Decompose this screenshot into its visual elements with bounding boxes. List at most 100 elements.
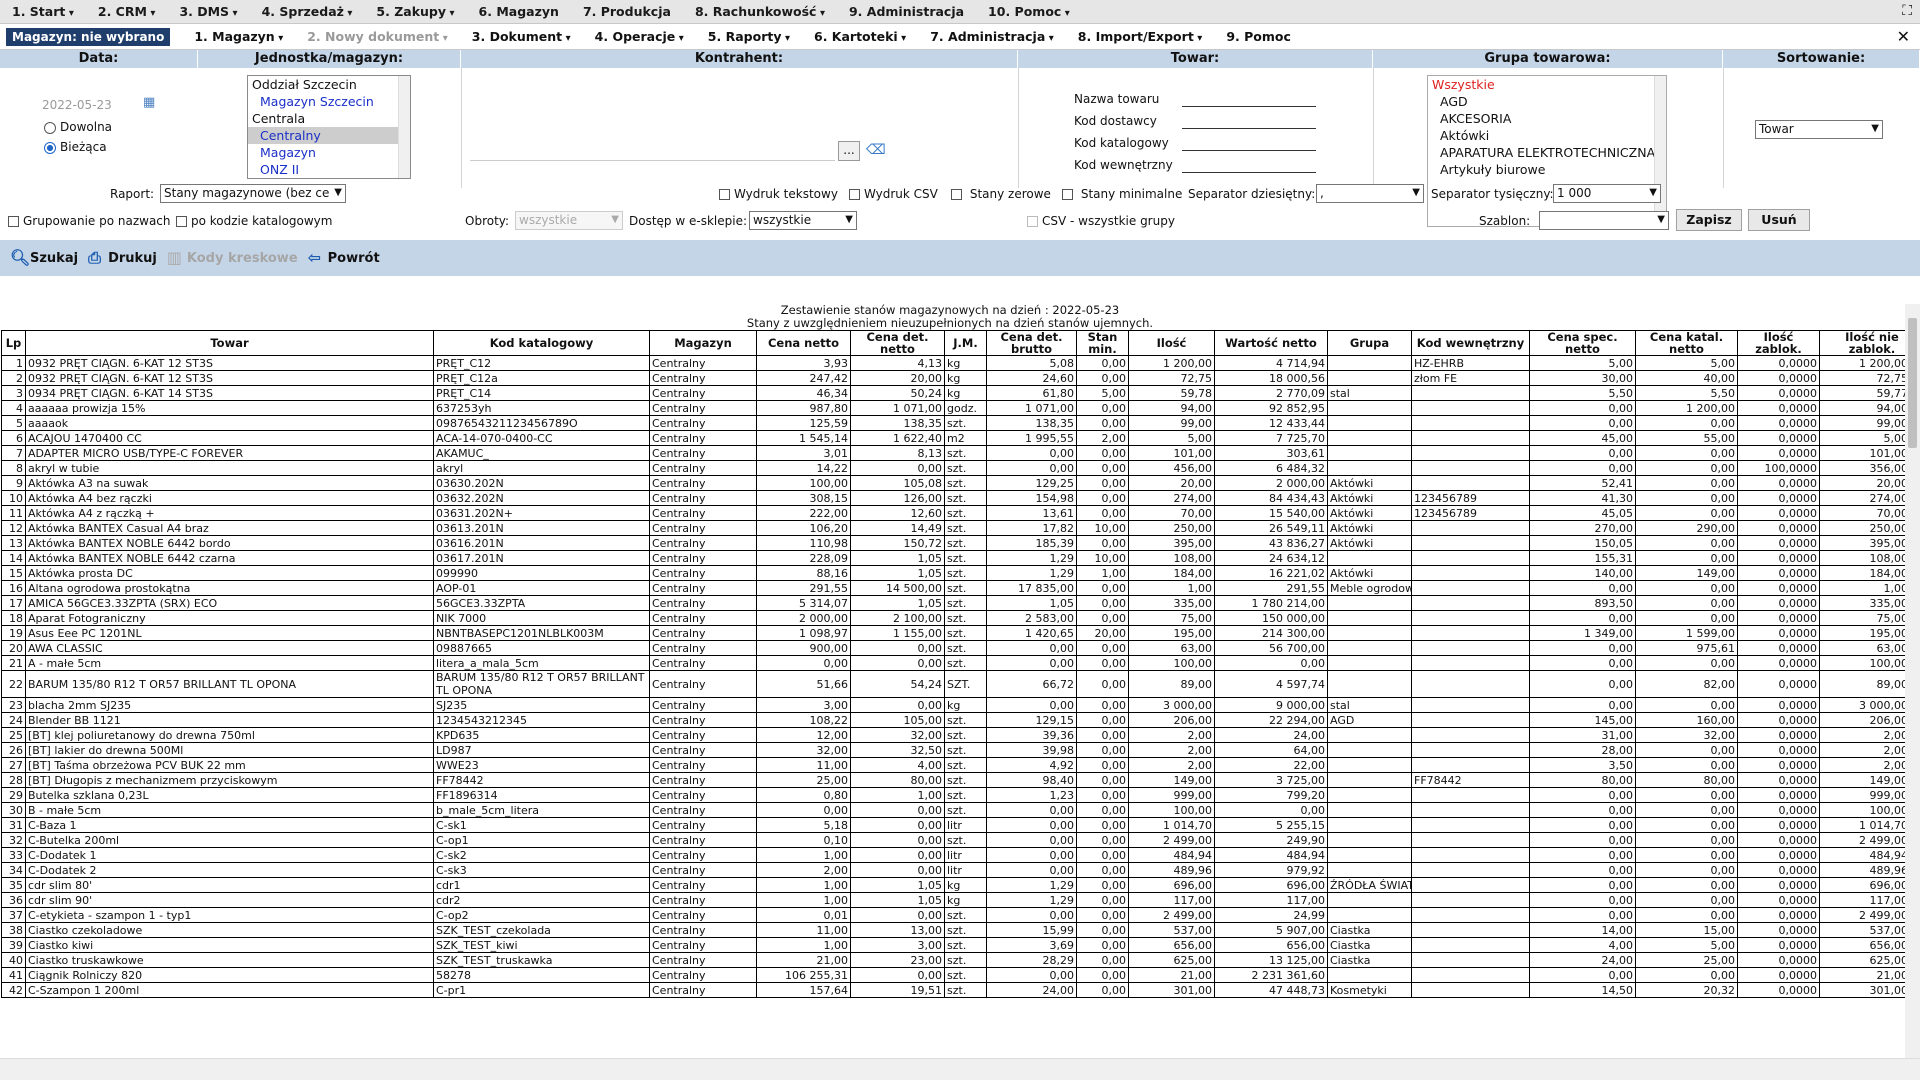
table-cell: 1 155,00 — [850, 625, 945, 641]
cb-minimalne[interactable]: Stany minimalne — [1062, 187, 1182, 201]
save-button[interactable]: Zapisz — [1676, 209, 1742, 231]
cb-grupowanie-box[interactable] — [8, 216, 19, 227]
group-option[interactable]: APARATURA ELEKTROTECHNICZNA — [1428, 144, 1666, 161]
menu-item[interactable]: 8. Rachunkowość ▾ — [683, 4, 837, 19]
horizontal-scrollbar[interactable] — [0, 1058, 1920, 1080]
dostep-select[interactable]: wszystkie ▼ — [749, 211, 857, 230]
cb-kod-box[interactable] — [176, 216, 187, 227]
table-cell: 14 500,00 — [850, 580, 945, 596]
unit-listbox-scrollbar[interactable] — [398, 76, 410, 178]
group-option[interactable]: Artykuły biurowe — [1428, 161, 1666, 178]
submenu-item[interactable]: 9. Pomoc — [1214, 29, 1303, 44]
fullscreen-icon[interactable]: ⛶ — [1902, 3, 1912, 19]
vertical-scrollbar[interactable] — [1905, 304, 1920, 1058]
group-listbox[interactable]: Wszystkie AGD AKCESORIA Aktówki APARATURA EL… — [1427, 75, 1667, 227]
unit-option[interactable]: Magazyn — [248, 144, 410, 161]
table-cell: 0,00 — [1635, 415, 1738, 431]
table-cell: 40 — [1, 952, 26, 968]
product-field-input[interactable] — [1182, 106, 1316, 107]
unit-option[interactable]: Oddział Szczecin — [248, 76, 410, 93]
submenu-item[interactable]: 4. Operacje ▾ — [583, 29, 696, 44]
submenu-item[interactable]: 2. Nowy dokument ▾ — [295, 29, 460, 44]
cb-zerowe[interactable]: Stany zerowe — [951, 187, 1051, 201]
table-row: 41 Ciągnik Rolniczy 820 58278 Centralny 106 … — [1, 967, 1920, 983]
warehouse-badge[interactable]: Magazyn: nie wybrano — [6, 27, 171, 46]
contractor-browse-button[interactable]: ... — [838, 141, 860, 161]
table-cell: 335,00 — [1128, 595, 1215, 611]
menu-item[interactable]: 4. Sprzedaż ▾ — [250, 4, 365, 19]
cb-minimalne-box[interactable] — [1062, 189, 1073, 200]
table-row: 7 ADAPTER MICRO USB/TYPE-C FOREVER AKAMUC_… — [1, 445, 1920, 461]
radio-biezaca[interactable]: Bieżąca — [44, 140, 107, 154]
submenu-item[interactable]: 5. Raporty ▾ — [696, 29, 802, 44]
table-cell: 2,00 — [1128, 757, 1215, 773]
menu-item[interactable]: 2. CRM ▾ — [86, 4, 168, 19]
cb-csv[interactable]: Wydruk CSV — [849, 187, 938, 201]
szablon-select[interactable]: ▼ — [1539, 211, 1669, 230]
unit-option[interactable]: Centrala — [248, 110, 410, 127]
menu-item[interactable]: 5. Zakupy ▾ — [364, 4, 466, 19]
submenu-item[interactable]: 6. Kartoteki ▾ — [802, 29, 918, 44]
table-cell: 0,00 — [1076, 817, 1129, 833]
cb-csv-all[interactable]: CSV - wszystkie grupy — [1027, 214, 1175, 228]
cb-csv-all-box[interactable] — [1027, 216, 1038, 227]
submenu-item[interactable]: 7. Administracja ▾ — [918, 29, 1066, 44]
cb-tekstowy-box[interactable] — [719, 189, 730, 200]
group-option[interactable]: Aktówki — [1428, 127, 1666, 144]
table-cell: 100,00 — [756, 475, 851, 491]
submenu-item[interactable]: 8. Import/Export ▾ — [1066, 29, 1215, 44]
submenu-item[interactable]: 3. Dokument ▾ — [460, 29, 583, 44]
obroty-select[interactable]: wszystkie ▼ — [515, 211, 623, 230]
scrollbar-thumb[interactable] — [1908, 318, 1917, 448]
menu-item[interactable]: 9. Administracja — [837, 4, 976, 19]
print-button[interactable]: ⎙ Drukuj — [88, 249, 157, 267]
table-cell: 0,00 — [1529, 787, 1636, 803]
radio-biezaca-circle[interactable] — [44, 141, 56, 154]
barcodes-button[interactable]: ▥ Kody kreskowe — [167, 249, 298, 267]
table-cell: 20,00 — [1128, 475, 1215, 491]
table-cell: Blender BB 1121 — [25, 712, 434, 728]
table-cell: 108,00 — [1128, 550, 1215, 566]
group-listbox-scrollbar[interactable] — [1654, 76, 1666, 226]
cb-grupowanie[interactable]: Grupowanie po nazwach — [8, 214, 171, 228]
group-option[interactable]: Wszystkie — [1428, 76, 1666, 93]
menu-item[interactable]: 3. DMS ▾ — [167, 4, 249, 19]
eraser-icon[interactable]: ⌫ — [866, 142, 886, 158]
raport-select[interactable]: Stany magazynowe (bez ce ▼ — [160, 184, 346, 203]
table-cell: 14,22 — [756, 460, 851, 476]
cb-kod[interactable]: po kodzie katalogowym — [176, 214, 332, 228]
calendar-icon[interactable]: ▦ — [143, 95, 155, 110]
unit-option[interactable]: ONZ II — [248, 161, 410, 178]
table-cell: LD987 — [433, 742, 650, 758]
sort-select[interactable]: Towar ▼ — [1755, 120, 1883, 139]
close-icon[interactable]: ✕ — [1897, 27, 1910, 46]
product-field-input[interactable] — [1182, 150, 1316, 151]
product-field-input[interactable] — [1182, 128, 1316, 129]
menu-item[interactable]: 7. Produkcja — [571, 4, 683, 19]
table-cell: 1 995,55 — [986, 430, 1077, 446]
group-option[interactable]: AGD — [1428, 93, 1666, 110]
unit-listbox[interactable]: Oddział Szczecin Magazyn Szczecin Centrala… — [247, 75, 411, 179]
radio-dowolna-circle[interactable] — [44, 121, 56, 134]
menu-item[interactable]: 1. Start ▾ — [0, 4, 86, 19]
unit-option[interactable]: Centralny — [248, 127, 410, 144]
table-cell: 36 — [1, 892, 26, 908]
menu-item[interactable]: 6. Magazyn — [467, 4, 571, 19]
back-button[interactable]: ⇦ Powrót — [308, 249, 380, 267]
sep-dz-select[interactable]: , ▼ — [1316, 184, 1424, 203]
table-cell: 1 599,00 — [1635, 625, 1738, 641]
cb-csv-box[interactable] — [849, 189, 860, 200]
unit-option[interactable]: Magazyn Szczecin — [248, 93, 410, 110]
submenu-item[interactable]: 1. Magazyn ▾ — [182, 29, 295, 44]
cb-tekstowy[interactable]: Wydruk tekstowy — [719, 187, 838, 201]
cb-zerowe-box[interactable] — [951, 189, 962, 200]
sep-tys-select[interactable]: 1 000 ▼ — [1553, 184, 1661, 203]
product-field-input[interactable] — [1182, 172, 1316, 173]
group-option[interactable]: AKCESORIA — [1428, 110, 1666, 127]
search-button[interactable]: 🔍︎ Szukaj — [10, 249, 78, 267]
radio-dowolna[interactable]: Dowolna — [44, 120, 112, 134]
table-cell: 0,0000 — [1737, 937, 1820, 953]
table-cell — [1411, 727, 1530, 743]
menu-item[interactable]: 10. Pomoc ▾ — [976, 4, 1082, 19]
delete-button[interactable]: Usuń — [1748, 209, 1810, 231]
